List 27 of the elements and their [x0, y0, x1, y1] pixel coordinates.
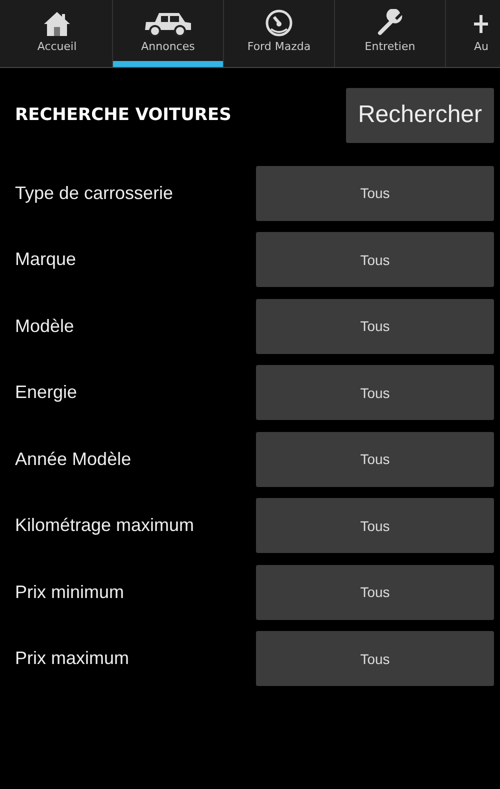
filter-label: Marque: [15, 249, 76, 270]
filter-label: Prix maximum: [15, 648, 130, 670]
filter-dropdown[interactable]: Tous: [256, 232, 494, 288]
tab[interactable]: Entretien: [335, 0, 445, 67]
tab[interactable]: Au: [446, 0, 500, 67]
filter-dropdown[interactable]: Tous: [256, 166, 494, 221]
filter-label: Prix minimum: [15, 582, 124, 603]
filter-label: Année Modèle: [15, 448, 132, 470]
filter-dropdown[interactable]: Tous: [256, 631, 494, 686]
page-title: RECHERCHE VOITURES: [15, 105, 232, 125]
car-icon: [143, 11, 193, 37]
speedometer-icon: [265, 9, 293, 37]
filter-dropdown[interactable]: Tous: [256, 498, 494, 554]
filter-label: Kilométrage maximum: [15, 515, 194, 536]
filter-label: Energie: [15, 382, 78, 404]
filter-dropdown[interactable]: Tous: [256, 365, 494, 420]
tab[interactable]: Ford Mazda: [224, 0, 334, 67]
tab[interactable]: Annonces: [113, 0, 223, 67]
filter-label: Type de carrosserie: [15, 182, 174, 204]
filter-label: Modèle: [15, 316, 74, 337]
filter-dropdown[interactable]: Tous: [256, 564, 494, 620]
search-button[interactable]: Rechercher: [346, 88, 494, 142]
house-icon: [42, 11, 72, 37]
filter-dropdown[interactable]: Tous: [256, 432, 494, 487]
filter-dropdown[interactable]: Tous: [256, 298, 494, 354]
tab[interactable]: Accueil: [2, 0, 112, 67]
wrench-icon: [376, 9, 404, 37]
